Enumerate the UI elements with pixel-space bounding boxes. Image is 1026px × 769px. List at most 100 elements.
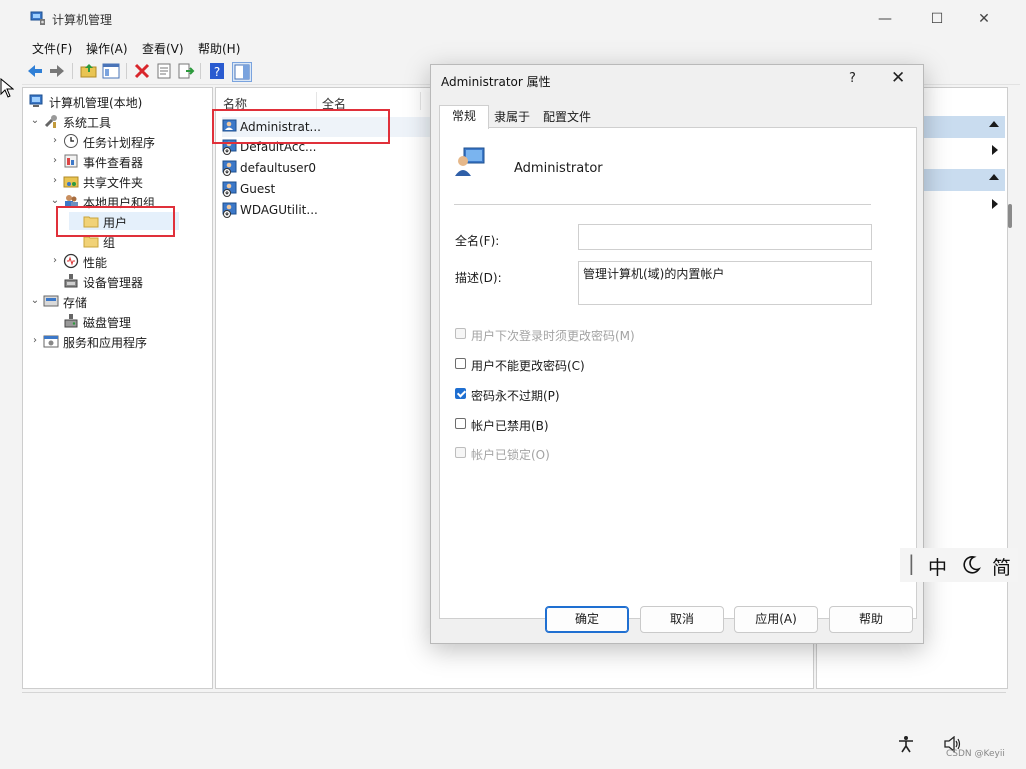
tree-item-disk-management[interactable]: 磁盘管理 (49, 312, 209, 330)
tree-item-system-tools[interactable]: ⌄ 系统工具 (29, 112, 209, 130)
tree-item-event-viewer[interactable]: › 事件查看器 (49, 152, 209, 170)
collapse-up-icon[interactable] (989, 121, 999, 127)
user-disabled-icon (222, 202, 237, 218)
column-separator[interactable] (420, 92, 421, 110)
tree-item-label: 系统工具 (63, 116, 112, 130)
ok-button[interactable]: 确定 (545, 606, 629, 633)
storage-icon (43, 295, 59, 307)
menu-view[interactable]: 查看(V) (142, 40, 184, 57)
ime-drag-handle-icon[interactable]: | (908, 551, 915, 575)
tree-item-label: 设备管理器 (83, 276, 144, 290)
description-label: 描述(D): (455, 271, 502, 285)
checkbox-box (455, 328, 466, 339)
forward-arrow-icon[interactable] (48, 62, 66, 80)
more-actions-arrow-icon[interactable] (992, 199, 998, 209)
mouse-cursor-icon (0, 78, 14, 98)
tools-icon (44, 115, 57, 128)
svg-text:?: ? (214, 65, 220, 79)
chevron-right-icon[interactable]: › (49, 132, 61, 150)
chevron-down-icon[interactable]: ⌄ (29, 292, 41, 310)
help-icon[interactable]: ? (208, 62, 226, 80)
checkbox-label: 帐户已禁用(B) (471, 419, 549, 433)
menu-file[interactable]: 文件(F) (32, 40, 72, 57)
toolbar-separator (72, 63, 73, 79)
close-window-button[interactable]: ✕ (969, 8, 999, 30)
computer-management-icon (30, 11, 45, 25)
scrollbar-thumb[interactable] (1008, 204, 1012, 228)
menu-help[interactable]: 帮助(H) (198, 40, 240, 57)
tree-item-label: 计算机管理(本地) (49, 96, 143, 110)
chevron-right-icon[interactable]: › (49, 172, 61, 190)
export-list-icon[interactable] (177, 62, 195, 80)
dialog-help-button[interactable]: ? (849, 71, 856, 86)
checkbox-label: 用户不能更改密码(C) (471, 359, 585, 373)
chevron-right-icon[interactable]: › (29, 332, 41, 350)
title-bar: 计算机管理 — ☐ ✕ (22, 0, 1020, 38)
maximize-button[interactable]: ☐ (922, 8, 952, 30)
user-account-icon (455, 147, 485, 176)
description-input[interactable]: 管理计算机(域)的内置帐户 (578, 261, 872, 305)
toolbar-separator (200, 63, 201, 79)
accessibility-icon[interactable] (897, 735, 915, 753)
dialog-title: Administrator 属性 (441, 75, 551, 89)
window-title: 计算机管理 (52, 13, 113, 27)
tree-item-task-scheduler[interactable]: › 任务计划程序 (49, 132, 209, 150)
properties-icon[interactable] (155, 62, 173, 80)
device-manager-icon (64, 274, 78, 288)
tree-item-performance[interactable]: › 性能 (49, 252, 209, 270)
checkbox-box[interactable] (455, 418, 466, 429)
fullname-label: 全名(F): (455, 234, 500, 248)
tree-item-shared-folders[interactable]: › 共享文件夹 (49, 172, 209, 190)
tree-item-label: 服务和应用程序 (63, 336, 148, 350)
moon-icon[interactable] (961, 555, 981, 575)
action-pane-icon[interactable] (232, 62, 252, 82)
more-actions-arrow-icon[interactable] (992, 145, 998, 155)
user-disabled-icon (222, 181, 237, 197)
checkbox-label: 帐户已锁定(O) (471, 448, 550, 462)
chevron-right-icon[interactable]: › (49, 252, 61, 270)
delete-icon[interactable] (133, 62, 151, 80)
services-icon (43, 335, 59, 348)
checkbox-label: 用户下次登录时须更改密码(M) (471, 329, 635, 343)
annotation-highlight (56, 206, 175, 237)
minimize-button[interactable]: — (870, 8, 900, 30)
tab-member-of[interactable]: 隶属于 (489, 107, 535, 128)
column-separator[interactable] (316, 92, 317, 110)
collapse-up-icon[interactable] (989, 174, 999, 180)
chevron-down-icon[interactable]: ⌄ (29, 112, 41, 130)
chevron-right-icon[interactable]: › (49, 152, 61, 170)
tree-item-device-manager[interactable]: 设备管理器 (49, 272, 209, 290)
tab-profile[interactable]: 配置文件 (537, 107, 597, 128)
properties-dialog: Administrator 属性 ? ✕ 常规 隶属于 配置文件 Adminis… (430, 64, 924, 644)
menu-action[interactable]: 操作(A) (86, 40, 128, 57)
checkbox-label: 密码永不过期(P) (471, 389, 560, 403)
annotation-highlight (212, 109, 390, 144)
show-hide-tree-icon[interactable] (102, 62, 120, 80)
tab-general[interactable]: 常规 (439, 105, 489, 129)
fullname-input[interactable] (578, 224, 872, 250)
cancel-button[interactable]: 取消 (640, 606, 724, 633)
list-item-label: WDAGUtilit... (240, 203, 318, 217)
tree-item-label: 事件查看器 (83, 156, 144, 170)
clock-icon (64, 134, 78, 148)
list-item-label: Guest (240, 182, 276, 196)
dialog-close-button[interactable]: ✕ (891, 68, 905, 88)
tree-item-label: 存储 (63, 296, 88, 310)
checkbox-box[interactable] (455, 388, 466, 399)
checkbox-box[interactable] (455, 358, 466, 369)
computer-icon (29, 94, 43, 107)
performance-icon (63, 253, 79, 269)
apply-button[interactable]: 应用(A) (734, 606, 818, 633)
ime-mode-button[interactable]: 简 (992, 553, 1011, 580)
tree-item-storage[interactable]: ⌄ 存储 (29, 292, 209, 310)
help-button[interactable]: 帮助 (829, 606, 913, 633)
tree-item-services-apps[interactable]: › 服务和应用程序 (29, 332, 209, 350)
up-folder-icon[interactable] (80, 62, 98, 80)
watermark-text: CSDN @Keyii (946, 749, 1005, 759)
tree-item-computer-management[interactable]: 计算机管理(本地) (29, 92, 209, 110)
tree-item-label: 磁盘管理 (83, 316, 132, 330)
list-item-label: defaultuser0 (240, 161, 317, 175)
ime-language-button[interactable]: 中 (928, 553, 947, 580)
console-tree: 计算机管理(本地) ⌄ 系统工具 › 任务计划程序 › 事件查看器 › 共享文件… (22, 87, 213, 689)
back-arrow-icon[interactable] (26, 62, 44, 80)
